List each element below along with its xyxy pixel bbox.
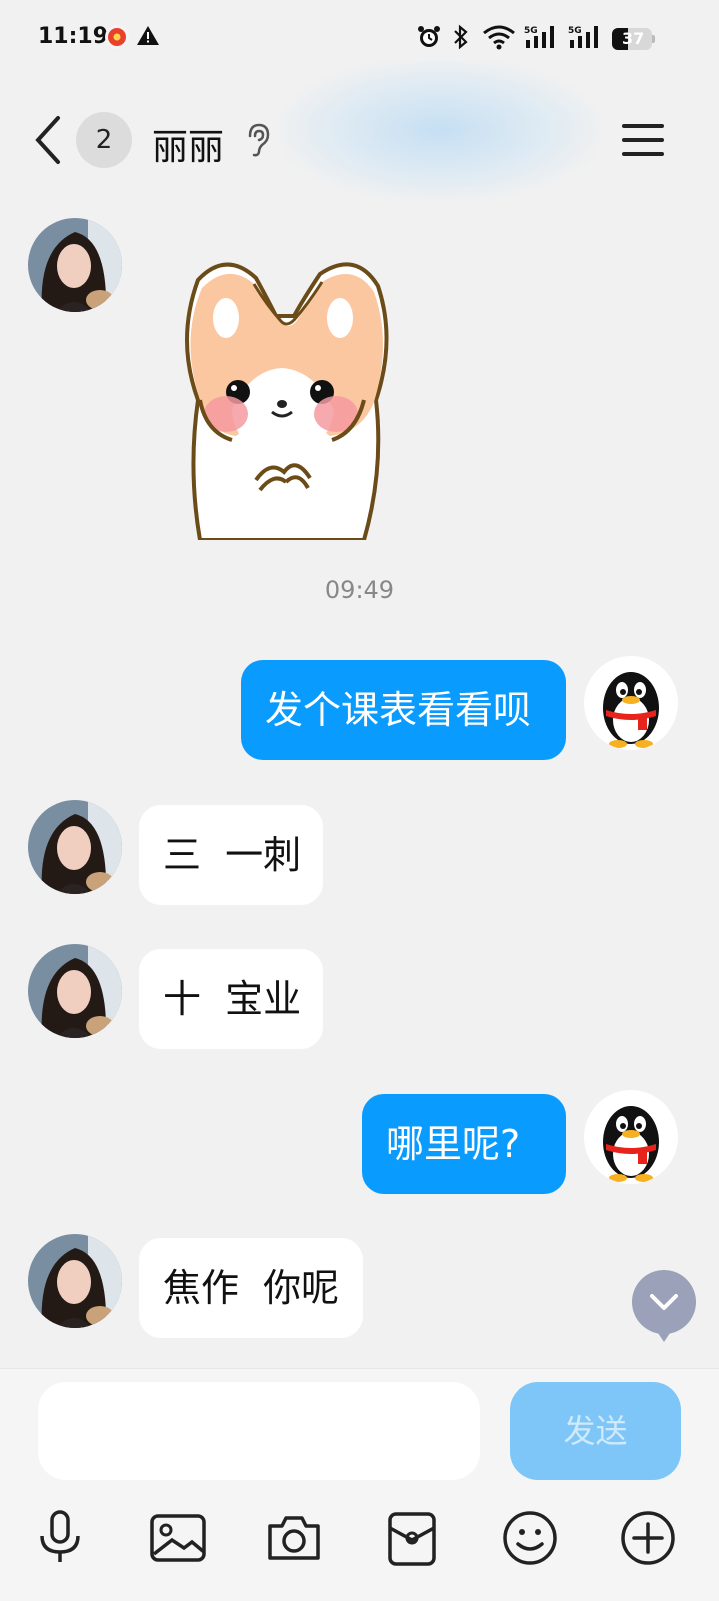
signal-5g-icon-2: 5G: [568, 24, 604, 54]
camera-icon[interactable]: [264, 1508, 324, 1568]
plus-icon[interactable]: [618, 1508, 678, 1568]
contact-avatar[interactable]: [28, 944, 122, 1038]
send-button[interactable]: 发送: [510, 1382, 681, 1480]
message-input[interactable]: [38, 1382, 480, 1480]
bluetooth-icon: [452, 24, 470, 54]
microphone-icon[interactable]: [30, 1508, 90, 1568]
message-bubble-incoming[interactable]: 三 一刺: [139, 805, 323, 905]
chevron-left-icon: [35, 116, 60, 164]
battery-level: 37: [622, 29, 645, 48]
emoji-icon[interactable]: [500, 1508, 560, 1568]
svg-text:5G: 5G: [568, 26, 582, 36]
my-avatar[interactable]: [584, 656, 678, 750]
penguin-icon: [603, 672, 659, 748]
message-bubble-outgoing[interactable]: 哪里呢?: [362, 1094, 566, 1194]
contact-avatar[interactable]: [28, 218, 122, 312]
notification-app-icon: [104, 24, 130, 54]
svg-text:5G: 5G: [524, 26, 538, 36]
scroll-to-bottom-button[interactable]: [632, 1270, 696, 1342]
message-bubble-incoming[interactable]: 十 宝业: [139, 949, 323, 1049]
file-icon[interactable]: [382, 1508, 442, 1568]
warning-icon: [136, 24, 160, 52]
contact-name[interactable]: 丽丽: [152, 118, 224, 170]
wifi-icon: [482, 24, 516, 54]
sticker-image[interactable]: [170, 250, 400, 544]
ear-icon: [244, 122, 272, 162]
contact-avatar[interactable]: [28, 1234, 122, 1328]
contact-avatar[interactable]: [28, 800, 122, 894]
message-bubble-outgoing[interactable]: 发个课表看看呗: [241, 660, 566, 760]
signal-5g-icon: 5G: [524, 24, 560, 54]
message-bubble-incoming[interactable]: 焦作 你呢: [139, 1238, 363, 1338]
penguin-icon: [603, 1106, 659, 1182]
back-button[interactable]: [28, 112, 68, 168]
alarm-icon: [416, 24, 442, 54]
status-time: 11:19: [38, 24, 109, 49]
hamburger-menu-icon: [622, 124, 664, 156]
my-avatar[interactable]: [584, 1090, 678, 1184]
header-background-blur: [280, 60, 600, 200]
chevron-down-icon: [650, 1294, 678, 1342]
battery-icon: 37: [612, 28, 656, 50]
unread-count-badge[interactable]: 2: [76, 112, 132, 168]
message-timestamp: 09:49: [324, 576, 395, 604]
image-icon[interactable]: [148, 1508, 208, 1568]
menu-button[interactable]: [622, 120, 666, 160]
